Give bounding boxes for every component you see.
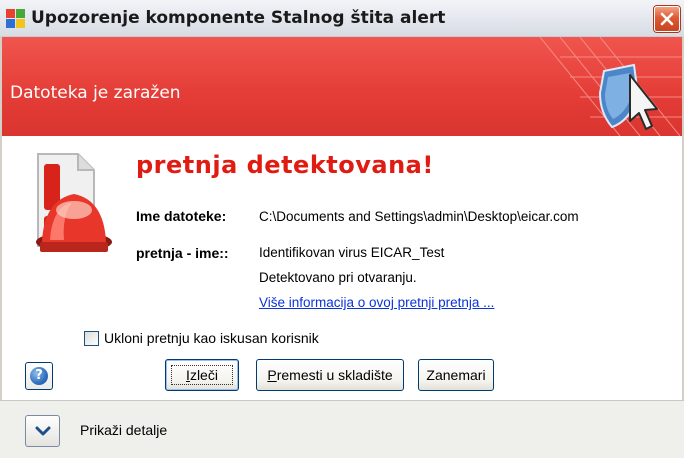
move-to-vault-button[interactable]: Premesti u skladište — [256, 359, 404, 391]
detection-context: Detektovano pri otvaranju. — [259, 270, 417, 285]
close-icon — [660, 12, 674, 26]
expert-removal-checkbox[interactable] — [84, 331, 99, 346]
window-title: Upozorenje komponente Stalnog štita aler… — [31, 8, 446, 28]
move-accesskey: P — [267, 367, 277, 383]
file-name-value: C:\Documents and Settings\admin\Desktop\… — [259, 209, 579, 224]
close-button[interactable] — [654, 6, 680, 32]
help-button[interactable]: ? — [25, 362, 53, 390]
question-mark-icon: ? — [30, 367, 48, 385]
avast-logo-icon — [6, 9, 25, 28]
alert-window: Upozorenje komponente Stalnog štita aler… — [0, 0, 684, 458]
show-details-label[interactable]: Prikaži detalje — [80, 422, 167, 438]
threat-name-label: pretnja - ime:: — [136, 245, 229, 261]
threat-headline: pretnja detektovana! — [136, 151, 434, 179]
focus-rectangle — [171, 365, 233, 385]
move-label-rest: remesti u skladište — [276, 367, 393, 383]
window-frame-left — [0, 36, 2, 458]
heal-button[interactable]: Izleči — [165, 359, 239, 391]
threat-name-value: Identifikovan virus EICAR_Test — [259, 245, 445, 260]
title-bar[interactable]: Upozorenje komponente Stalnog štita aler… — [0, 0, 684, 37]
question-mark-glyph: ? — [35, 368, 43, 383]
banner-title: Datoteka je zaražen — [10, 83, 181, 103]
expert-removal-label[interactable]: Ukloni pretnju kao iskusan korisnik — [104, 330, 319, 346]
more-info-link[interactable]: Više informacija o ovoj pretnji pretnja … — [259, 295, 494, 310]
chevron-down-icon — [35, 426, 51, 436]
show-details-button[interactable] — [25, 415, 60, 447]
file-name-label: Ime datoteke: — [136, 208, 227, 224]
alert-banner: Datoteka je zaražen — [0, 37, 684, 136]
details-footer: Prikaži detalje — [0, 400, 684, 458]
shield-cursor-graphic — [500, 37, 684, 136]
threat-alarm-icon — [36, 153, 112, 252]
ignore-button[interactable]: Zanemari — [418, 359, 494, 391]
